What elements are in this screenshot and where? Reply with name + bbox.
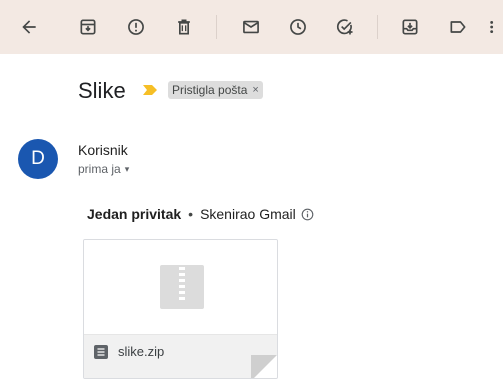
snooze-button[interactable] [284,13,312,41]
sender-name: Korisnik [78,142,128,158]
archive-button[interactable] [74,13,102,41]
chevron-down-icon: ▾ [124,163,130,174]
move-to-inbox-icon [402,19,418,35]
archive-file-icon [94,345,108,359]
zip-file-icon [160,265,204,309]
labels-button[interactable] [444,13,472,41]
more-vert-icon [490,20,494,34]
info-icon[interactable] [301,208,314,221]
page-curl-decoration [251,355,277,378]
add-task-icon [336,19,353,35]
back-button[interactable] [15,13,43,41]
clock-icon [290,19,306,35]
mark-unread-button[interactable] [237,13,265,41]
attachment-card[interactable]: slike.zip [83,239,278,379]
recipient-text: prima ja [78,162,121,176]
attachment-footer: slike.zip [84,334,277,378]
delete-button[interactable] [170,13,198,41]
trash-icon [178,19,190,35]
report-spam-icon [128,19,144,35]
label-remove-button[interactable]: × [252,84,258,96]
label-icon [450,21,466,33]
scan-status: Skenirao Gmail [200,206,296,222]
toolbar-divider [377,15,378,39]
attachments-header: Jedan privitak • Skenirao Gmail [87,206,314,222]
attachment-filename: slike.zip [118,344,165,359]
move-to-button[interactable] [396,13,424,41]
subject-title: Slike [78,78,126,103]
attachment-preview [84,240,277,334]
toolbar [0,0,503,54]
separator-dot: • [188,206,194,222]
envelope-icon [243,20,259,34]
label-chip-text: Pristigla pošta [172,83,248,97]
label-chip-inbox: Pristigla pošta × [168,81,263,99]
report-spam-button[interactable] [122,13,150,41]
toolbar-divider [216,15,217,39]
archive-icon [80,19,96,35]
add-to-tasks-button[interactable] [331,13,359,41]
recipient-details-toggle[interactable]: prima ja ▾ [78,162,129,176]
attachment-count: Jedan privitak [87,206,182,222]
avatar[interactable]: D [18,139,58,179]
more-button[interactable] [486,13,503,41]
importance-marker-icon[interactable] [142,84,158,96]
arrow-left-icon [22,20,36,34]
